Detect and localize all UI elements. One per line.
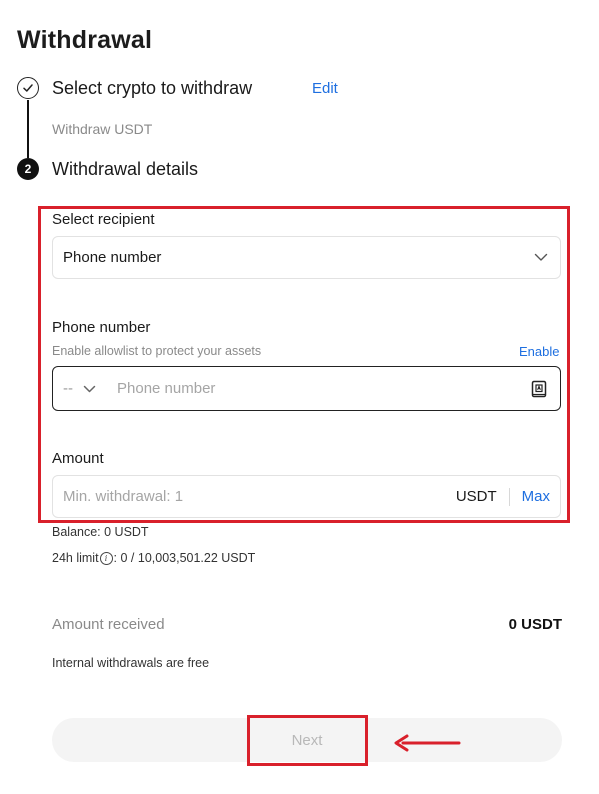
phone-number-input[interactable]: [117, 380, 530, 397]
address-book-icon[interactable]: [530, 380, 548, 398]
recipient-selected-value: Phone number: [63, 249, 162, 266]
selected-crypto-summary: Withdraw USDT: [52, 121, 153, 137]
amount-unit: USDT: [455, 488, 497, 505]
country-code-value: --: [63, 380, 73, 397]
daily-limit-row: 24h limit i : 0 / 10,003,501.22 USDT: [52, 551, 255, 565]
step-2-number: 2: [17, 158, 39, 180]
next-highlight-box: [247, 715, 368, 766]
step-complete-check-icon: [17, 77, 39, 99]
amount-input[interactable]: [63, 488, 456, 505]
allowlist-hint: Enable allowlist to protect your assets: [52, 344, 262, 358]
recipient-label: Select recipient: [52, 211, 155, 228]
info-icon[interactable]: i: [99, 551, 113, 565]
phone-field-container: --: [52, 366, 561, 411]
step-1-title: Select crypto to withdraw: [52, 78, 253, 98]
amount-field-container: USDT Max: [52, 475, 561, 518]
arrow-left-icon: [393, 734, 461, 757]
amount-divider: [508, 487, 510, 506]
edit-crypto-link[interactable]: Edit: [312, 80, 338, 97]
enable-allowlist-link[interactable]: Enable: [519, 344, 559, 359]
daily-limit-value: : 0 / 10,003,501.22 USDT: [113, 551, 256, 565]
recipient-select[interactable]: Phone number: [52, 236, 561, 279]
chevron-down-icon: [83, 380, 96, 397]
stepper-connector: [27, 100, 29, 158]
amount-label: Amount: [52, 450, 104, 467]
daily-limit-label: 24h limit: [52, 551, 99, 565]
chevron-down-icon: [534, 249, 548, 267]
internal-fee-note: Internal withdrawals are free: [52, 656, 210, 670]
balance-text: Balance: 0 USDT: [52, 525, 149, 539]
amount-received-value: 0 USDT: [508, 616, 562, 633]
page-title: Withdrawal: [17, 26, 153, 54]
phone-label: Phone number: [52, 319, 151, 336]
amount-received-label: Amount received: [52, 616, 165, 633]
max-button[interactable]: Max: [522, 488, 550, 505]
step-2-title: Withdrawal details: [52, 159, 199, 179]
country-code-select[interactable]: --: [63, 380, 117, 397]
